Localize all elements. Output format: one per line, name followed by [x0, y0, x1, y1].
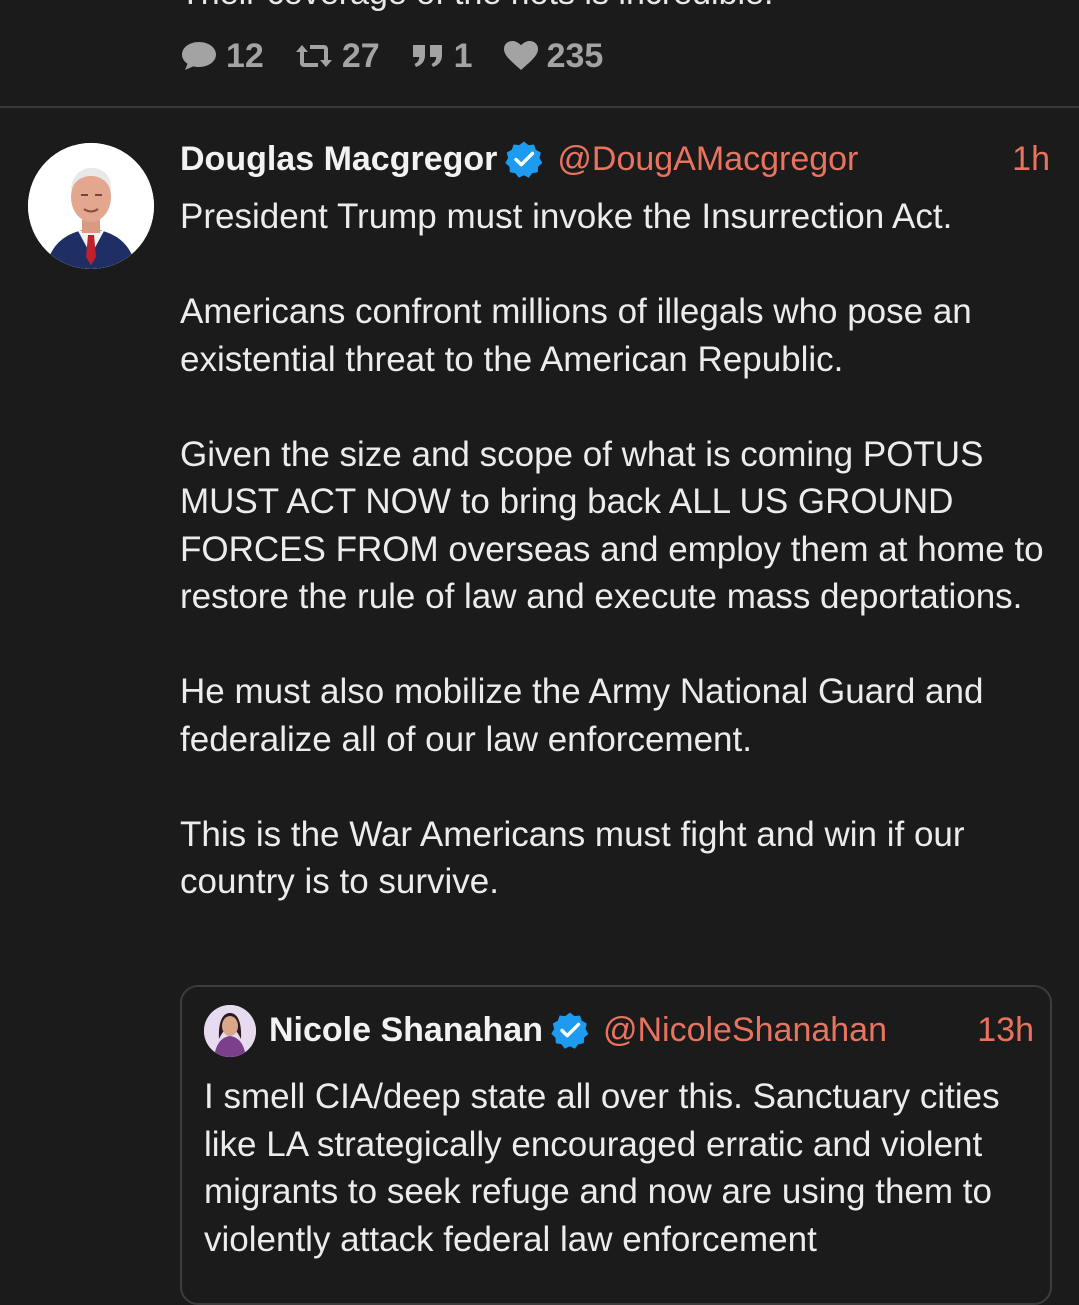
repost-count: 27 [341, 36, 380, 75]
reply-button[interactable]: 12 [180, 37, 264, 76]
post-body: President Trump must invoke the Insurrec… [180, 193, 1050, 906]
quoted-author-name[interactable]: Nicole Shanahan [269, 1011, 543, 1050]
quoted-author-handle[interactable]: @NicoleShanahan [603, 1011, 887, 1050]
quoted-avatar-image [204, 1005, 256, 1057]
verified-badge-icon [551, 1011, 589, 1049]
author-name[interactable]: Douglas Macgregor [180, 140, 497, 179]
quoted-post-text: I smell CIA/deep state all over this. Sa… [204, 1077, 1000, 1259]
post-actions: 12 27 1 235 [180, 36, 633, 76]
quoted-post-timestamp[interactable]: 13h [977, 1011, 1034, 1050]
repost-button[interactable]: 27 [294, 37, 380, 76]
reply-count: 12 [226, 36, 264, 75]
previous-post[interactable]: Their coverage of the riots is incredibl… [0, 0, 1079, 108]
verified-badge-icon [505, 140, 543, 178]
quoted-post-header: Nicole Shanahan @NicoleShanahan 13h [269, 1008, 1034, 1052]
post-paragraph: He must also mobilize the Army National … [180, 672, 984, 759]
post-paragraph: This is the War Americans must fight and… [180, 814, 965, 902]
author-avatar-image [28, 143, 154, 269]
quoted-author-avatar[interactable] [204, 1005, 256, 1057]
quote-count: 1 [453, 36, 473, 75]
post-header: Douglas Macgregor @DougAMacgregor 1h [180, 137, 1050, 181]
like-button[interactable]: 235 [503, 36, 604, 76]
comment-icon [182, 42, 216, 70]
quote-button[interactable]: 1 [410, 37, 473, 76]
repost-icon [295, 45, 332, 67]
author-handle[interactable]: @DougAMacgregor [557, 140, 858, 179]
post-paragraph: Americans confront millions of illegals … [180, 292, 972, 379]
previous-post-text: Their coverage of the riots is incredibl… [180, 0, 773, 13]
like-count: 235 [546, 36, 604, 75]
author-avatar[interactable] [28, 143, 154, 269]
post-timestamp[interactable]: 1h [1012, 140, 1050, 179]
heart-icon [503, 41, 538, 70]
post-paragraph: President Trump must invoke the Insurrec… [180, 197, 953, 236]
post-paragraph: Given the size and scope of what is comi… [180, 434, 1044, 617]
quote-icon [412, 45, 442, 67]
quoted-post-card[interactable]: Nicole Shanahan @NicoleShanahan 13h I sm… [180, 985, 1052, 1305]
